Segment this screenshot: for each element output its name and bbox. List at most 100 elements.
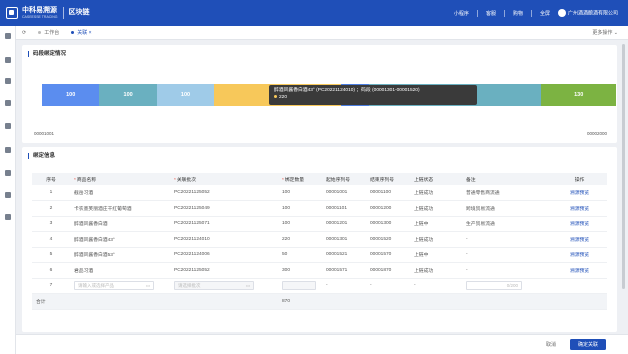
service-link[interactable]: 客服 [486,10,496,17]
table-cell: 00001101 [322,200,366,217]
table-cell: - [462,231,552,248]
scrollbar[interactable] [622,44,625,289]
fullscreen-link[interactable]: 全屏 [540,10,550,17]
table-cell [278,278,322,294]
table-cell: 00001100 [366,185,410,201]
table-cell: 50 [278,247,322,263]
more-ops-button[interactable]: 更多操作 ⌄ [592,29,618,36]
column-header: 备注 [462,173,552,185]
segment-block[interactable]: 130 [541,84,617,106]
table-row: 1 截岳习酒 PC20221125052 100 00001001 00001100 上链成… [32,185,607,201]
table-row: 2 卡农墨芙丽酒庄干红葡萄酒 PC20221125049 100 00001101 000… [32,200,607,217]
top-nav: 小程序 客服 购物 全屏 广州酒酒酿酒有限公司 [454,9,618,17]
table-cell: 请选择批次 ▭ [170,278,278,294]
column-header: 起始序列号 [322,173,366,185]
table-cell: PC20221125052 [170,185,278,201]
close-icon[interactable]: × [89,30,92,36]
table-cell: 普通零售商流通 [462,185,552,201]
column-label: 上链状态 [414,177,434,183]
brand-blockchain: 区块链 [68,9,90,16]
new-entry-row: 7 请输入或选择产品 ▭ 请选择批次 ▭ - - -0/200 [32,278,607,294]
trace-preview-link[interactable]: 溯源预览 [552,185,607,201]
char-count: 0/200 [506,283,518,289]
quantity-input[interactable] [282,281,316,291]
table-cell: 卡农墨芙丽酒庄干红葡萄酒 [70,200,170,217]
product-select[interactable]: 请输入或选择产品 ▭ [74,281,154,291]
segment-block[interactable]: 100 [156,84,215,106]
menu-icon[interactable] [5,33,11,39]
product-placeholder: 请输入或选择产品 [78,282,114,288]
nav-divider [530,9,532,17]
tab-association[interactable]: 关联 × [65,26,97,40]
batch-select[interactable]: 请选择批次 ▭ [174,281,254,291]
miniprogram-link[interactable]: 小程序 [454,10,469,17]
top-bar: 中科易溯源 CASEESSE TRACING 区块链 小程序 客服 购物 全屏 … [0,0,628,26]
box-icon[interactable] [5,170,11,176]
table-cell: - [462,262,552,279]
dropdown-icon: ▭ [145,282,150,288]
list-icon[interactable] [5,78,11,84]
cancel-button[interactable]: 取消 [538,339,564,350]
column-label: 关联批次 [176,177,197,183]
trace-preview-link[interactable]: 溯源预览 [552,231,607,248]
user-menu[interactable]: 广州酒酒酿酒有限公司 [557,9,618,17]
trace-preview-link[interactable]: 溯源预览 [552,262,607,279]
table-cell: 5 [32,247,70,263]
column-header: 上链状态 [410,173,462,185]
column-label: 绑定数量 [284,177,305,183]
column-label: 商品名称 [76,177,97,183]
tab-workbench[interactable]: 工作台 [32,26,65,40]
table-cell [70,293,170,310]
tab-label: 工作台 [44,30,60,36]
column-header: 操作 [552,173,607,185]
table-cell [170,293,278,310]
table-cell: PC20221124010 [170,231,278,248]
table-cell: 00001870 [366,262,410,279]
avatar [557,9,566,17]
table-cell: 00001001 [322,185,366,201]
table-cell: 醉酒风酱香白酒53° [70,247,170,263]
segment-block[interactable]: 100 [42,84,100,106]
table-cell: 跨境贸易流通 [462,200,552,217]
column-header: 结束序列号 [366,173,410,185]
settings-icon[interactable] [5,192,11,198]
grid-icon[interactable] [5,57,11,63]
column-label: 序号 [46,177,56,183]
footer-bar: 取消 确定关联 [16,334,628,354]
table-cell: 00001301 [322,231,366,248]
apps-icon[interactable] [5,214,11,220]
gear-icon[interactable] [5,123,11,129]
table-cell: 00001571 [322,262,366,279]
table-cell: 醉酒风酱香白酒43° [70,231,170,248]
table-cell: 220 [278,231,322,248]
tab-dot [38,31,42,34]
table-cell: 300 [278,262,322,279]
table-cell: 上链成功 [410,262,462,279]
table-cell [366,293,410,310]
table-cell: 上链中 [410,247,462,263]
table-cell: 醉酒风酱香白酒 [70,216,170,232]
table-cell: PC20221125052 [170,262,278,279]
table-cell: 100 [278,200,322,217]
table-cell: 生产贸易流通 [462,216,552,232]
confirm-association-button[interactable]: 确定关联 [569,339,606,350]
column-label: 操作 [574,177,585,183]
trace-preview-link[interactable]: 溯源预览 [552,216,607,232]
table-cell: 00001570 [366,247,410,263]
trace-preview-link[interactable]: 溯源预览 [552,247,607,263]
column-header: *绑定数量 [278,173,322,185]
chart-icon[interactable] [5,147,11,153]
segment-block[interactable]: 100 [99,84,157,106]
brand-logo[interactable]: 中科易溯源 CASEESSE TRACING 区块链 [6,7,90,19]
table-cell: 100 [278,216,322,232]
nav-divider [476,9,478,17]
segment-start-label: 00001001 [34,131,55,136]
shield-icon[interactable] [5,100,11,106]
binding-table: 序号 *商品名称 *关联批次 *绑定数量 起始序列号 结束序列号 上链状态 备注 操作 1 截岳习… [32,173,607,310]
shop-link[interactable]: 购物 [513,10,523,17]
refresh-icon[interactable]: ⟳ [16,26,32,40]
table-cell: PC20221124006 [170,247,278,263]
remark-input[interactable]: 0/200 [466,281,522,291]
brand-en: CASEESSE TRACING [22,15,58,19]
trace-preview-link[interactable]: 溯源预览 [552,200,607,217]
